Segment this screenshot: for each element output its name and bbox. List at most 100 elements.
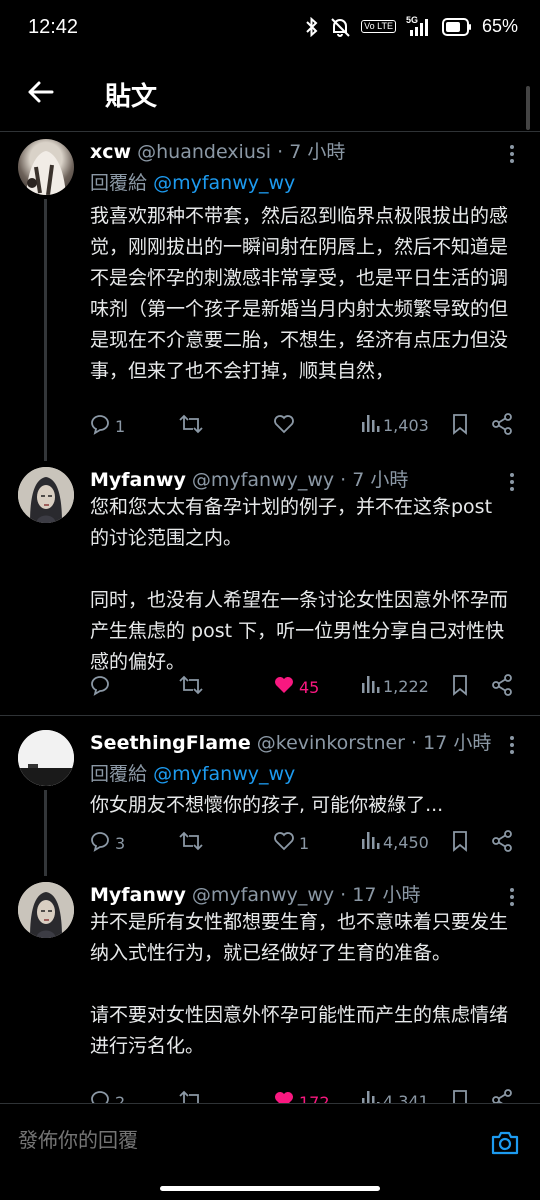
thread-divider bbox=[0, 715, 540, 716]
avatar[interactable] bbox=[18, 139, 74, 195]
reply-post[interactable]: xcw @huandexiusi · 7 小時 回覆給 @myfanwy_wy … bbox=[0, 133, 540, 463]
header-separator: · bbox=[340, 884, 347, 906]
reply-post[interactable]: Myfanwy @myfanwy_wy · 17 小時 并不是所有女性都想要生育… bbox=[0, 878, 540, 1103]
header-separator: · bbox=[340, 469, 347, 491]
arrow-left-icon bbox=[26, 78, 54, 110]
reply-button[interactable]: 1 bbox=[88, 412, 125, 440]
views-icon bbox=[360, 412, 380, 438]
reply-icon bbox=[88, 412, 112, 440]
post-text: 您和您太太有备孕计划的例子，并不在这条post 的讨论范围之内。 同时，也没有人… bbox=[90, 496, 509, 673]
share-button[interactable] bbox=[490, 412, 514, 440]
reply-post[interactable]: SeethingFlame @kevinkorstner · 17 小時 回覆給… bbox=[0, 726, 540, 876]
author-name[interactable]: xcw bbox=[90, 141, 131, 163]
reply-count: 3 bbox=[115, 833, 126, 853]
share-button[interactable] bbox=[490, 673, 514, 701]
share-icon bbox=[490, 829, 514, 857]
network-type-label: 5G bbox=[405, 14, 418, 25]
author-handle[interactable]: @huandexiusi bbox=[137, 141, 271, 163]
more-dots-icon bbox=[510, 145, 514, 149]
views-count: 1,222 bbox=[383, 676, 429, 696]
reply-button[interactable]: 3 bbox=[88, 829, 125, 857]
heart-icon bbox=[272, 829, 296, 857]
author-handle[interactable]: @myfanwy_wy bbox=[192, 469, 334, 491]
battery-percent: 65% bbox=[481, 16, 518, 36]
thread-line bbox=[44, 199, 47, 461]
more-options-button[interactable] bbox=[502, 732, 522, 758]
share-button[interactable] bbox=[490, 829, 514, 857]
reply-count: 2 bbox=[115, 1092, 126, 1104]
avatar[interactable] bbox=[18, 467, 74, 523]
home-indicator[interactable] bbox=[160, 1186, 380, 1191]
like-button[interactable] bbox=[272, 412, 299, 440]
retweet-icon bbox=[178, 412, 204, 440]
views-button[interactable]: 4,341 bbox=[360, 1088, 429, 1103]
scrollbar[interactable] bbox=[526, 86, 530, 130]
reply-thread[interactable]: xcw @huandexiusi · 7 小時 回覆給 @myfanwy_wy … bbox=[0, 133, 540, 1103]
bookmark-button[interactable] bbox=[450, 673, 470, 701]
thread-line bbox=[44, 790, 47, 876]
more-dots-icon bbox=[510, 888, 514, 892]
reply-to-link[interactable]: @myfanwy_wy bbox=[153, 172, 295, 194]
bookmark-button[interactable] bbox=[450, 829, 470, 857]
views-icon bbox=[360, 829, 380, 855]
mute-icon bbox=[329, 17, 351, 37]
like-count: 1 bbox=[299, 833, 310, 853]
reply-icon bbox=[88, 829, 112, 857]
share-icon bbox=[490, 412, 514, 440]
bookmark-button[interactable] bbox=[450, 1088, 470, 1103]
retweet-button[interactable] bbox=[178, 412, 207, 440]
reply-to-link[interactable]: @myfanwy_wy bbox=[153, 763, 295, 785]
views-icon bbox=[360, 673, 380, 699]
avatar[interactable] bbox=[18, 730, 74, 786]
reply-composer bbox=[0, 1103, 540, 1183]
post-header: SeethingFlame @kevinkorstner · 17 小時 bbox=[90, 730, 500, 756]
post-time[interactable]: 7 小時 bbox=[352, 469, 408, 491]
heart-icon bbox=[272, 412, 296, 440]
post-time[interactable]: 17 小時 bbox=[352, 884, 420, 906]
views-button[interactable]: 1,403 bbox=[360, 412, 429, 438]
like-button[interactable]: 1 bbox=[272, 829, 309, 857]
status-bar: 12:42 Vo LTE 5G 65% bbox=[0, 0, 540, 60]
author-handle[interactable]: @kevinkorstner bbox=[257, 732, 405, 754]
bookmark-icon bbox=[450, 412, 470, 440]
camera-button[interactable] bbox=[490, 1128, 520, 1158]
retweet-button[interactable] bbox=[178, 673, 207, 701]
avatar[interactable] bbox=[18, 882, 74, 938]
back-button[interactable] bbox=[22, 76, 58, 112]
bookmark-icon bbox=[450, 1088, 470, 1103]
retweet-button[interactable] bbox=[178, 1088, 207, 1103]
author-name[interactable]: Myfanwy bbox=[90, 884, 186, 906]
views-count: 4,450 bbox=[383, 832, 429, 852]
reply-input[interactable] bbox=[18, 1128, 438, 1152]
post-text: 你女朋友不想懷你的孩子, 可能你被綠了... bbox=[90, 794, 444, 816]
post-header: Myfanwy @myfanwy_wy · 17 小時 bbox=[90, 882, 500, 908]
post-text: 并不是所有女性都想要生育，也不意味着只要发生纳入式性行为，就已经做好了生育的准备… bbox=[90, 911, 509, 1057]
author-handle[interactable]: @myfanwy_wy bbox=[192, 884, 334, 906]
views-count: 4,341 bbox=[383, 1091, 429, 1104]
reply-post[interactable]: Myfanwy @myfanwy_wy · 7 小時 您和您太太有备孕计划的例子… bbox=[0, 463, 540, 715]
reply-button[interactable]: 2 bbox=[88, 1088, 125, 1103]
post-header: xcw @huandexiusi · 7 小時 bbox=[90, 139, 500, 165]
post-time[interactable]: 7 小時 bbox=[289, 141, 345, 163]
app-header: 貼文 bbox=[0, 60, 540, 132]
more-options-button[interactable] bbox=[502, 141, 522, 167]
bluetooth-icon bbox=[305, 16, 319, 37]
reply-button[interactable] bbox=[88, 673, 115, 701]
like-button[interactable]: 45 bbox=[272, 673, 319, 701]
reply-icon bbox=[88, 673, 112, 701]
share-icon bbox=[490, 1088, 514, 1103]
views-button[interactable]: 1,222 bbox=[360, 673, 429, 699]
retweet-button[interactable] bbox=[178, 829, 207, 857]
author-name[interactable]: Myfanwy bbox=[90, 469, 186, 491]
post-time[interactable]: 17 小時 bbox=[423, 732, 491, 754]
views-button[interactable]: 4,450 bbox=[360, 829, 429, 855]
bookmark-button[interactable] bbox=[450, 412, 470, 440]
share-button[interactable] bbox=[490, 1088, 514, 1103]
camera-icon bbox=[490, 1131, 520, 1162]
like-button[interactable]: 172 bbox=[272, 1088, 330, 1103]
volte-icon: Vo LTE bbox=[361, 20, 396, 33]
more-dots-icon bbox=[510, 473, 514, 477]
author-name[interactable]: SeethingFlame bbox=[90, 732, 251, 754]
retweet-icon bbox=[178, 673, 204, 701]
signal-icon: 5G bbox=[405, 14, 432, 37]
